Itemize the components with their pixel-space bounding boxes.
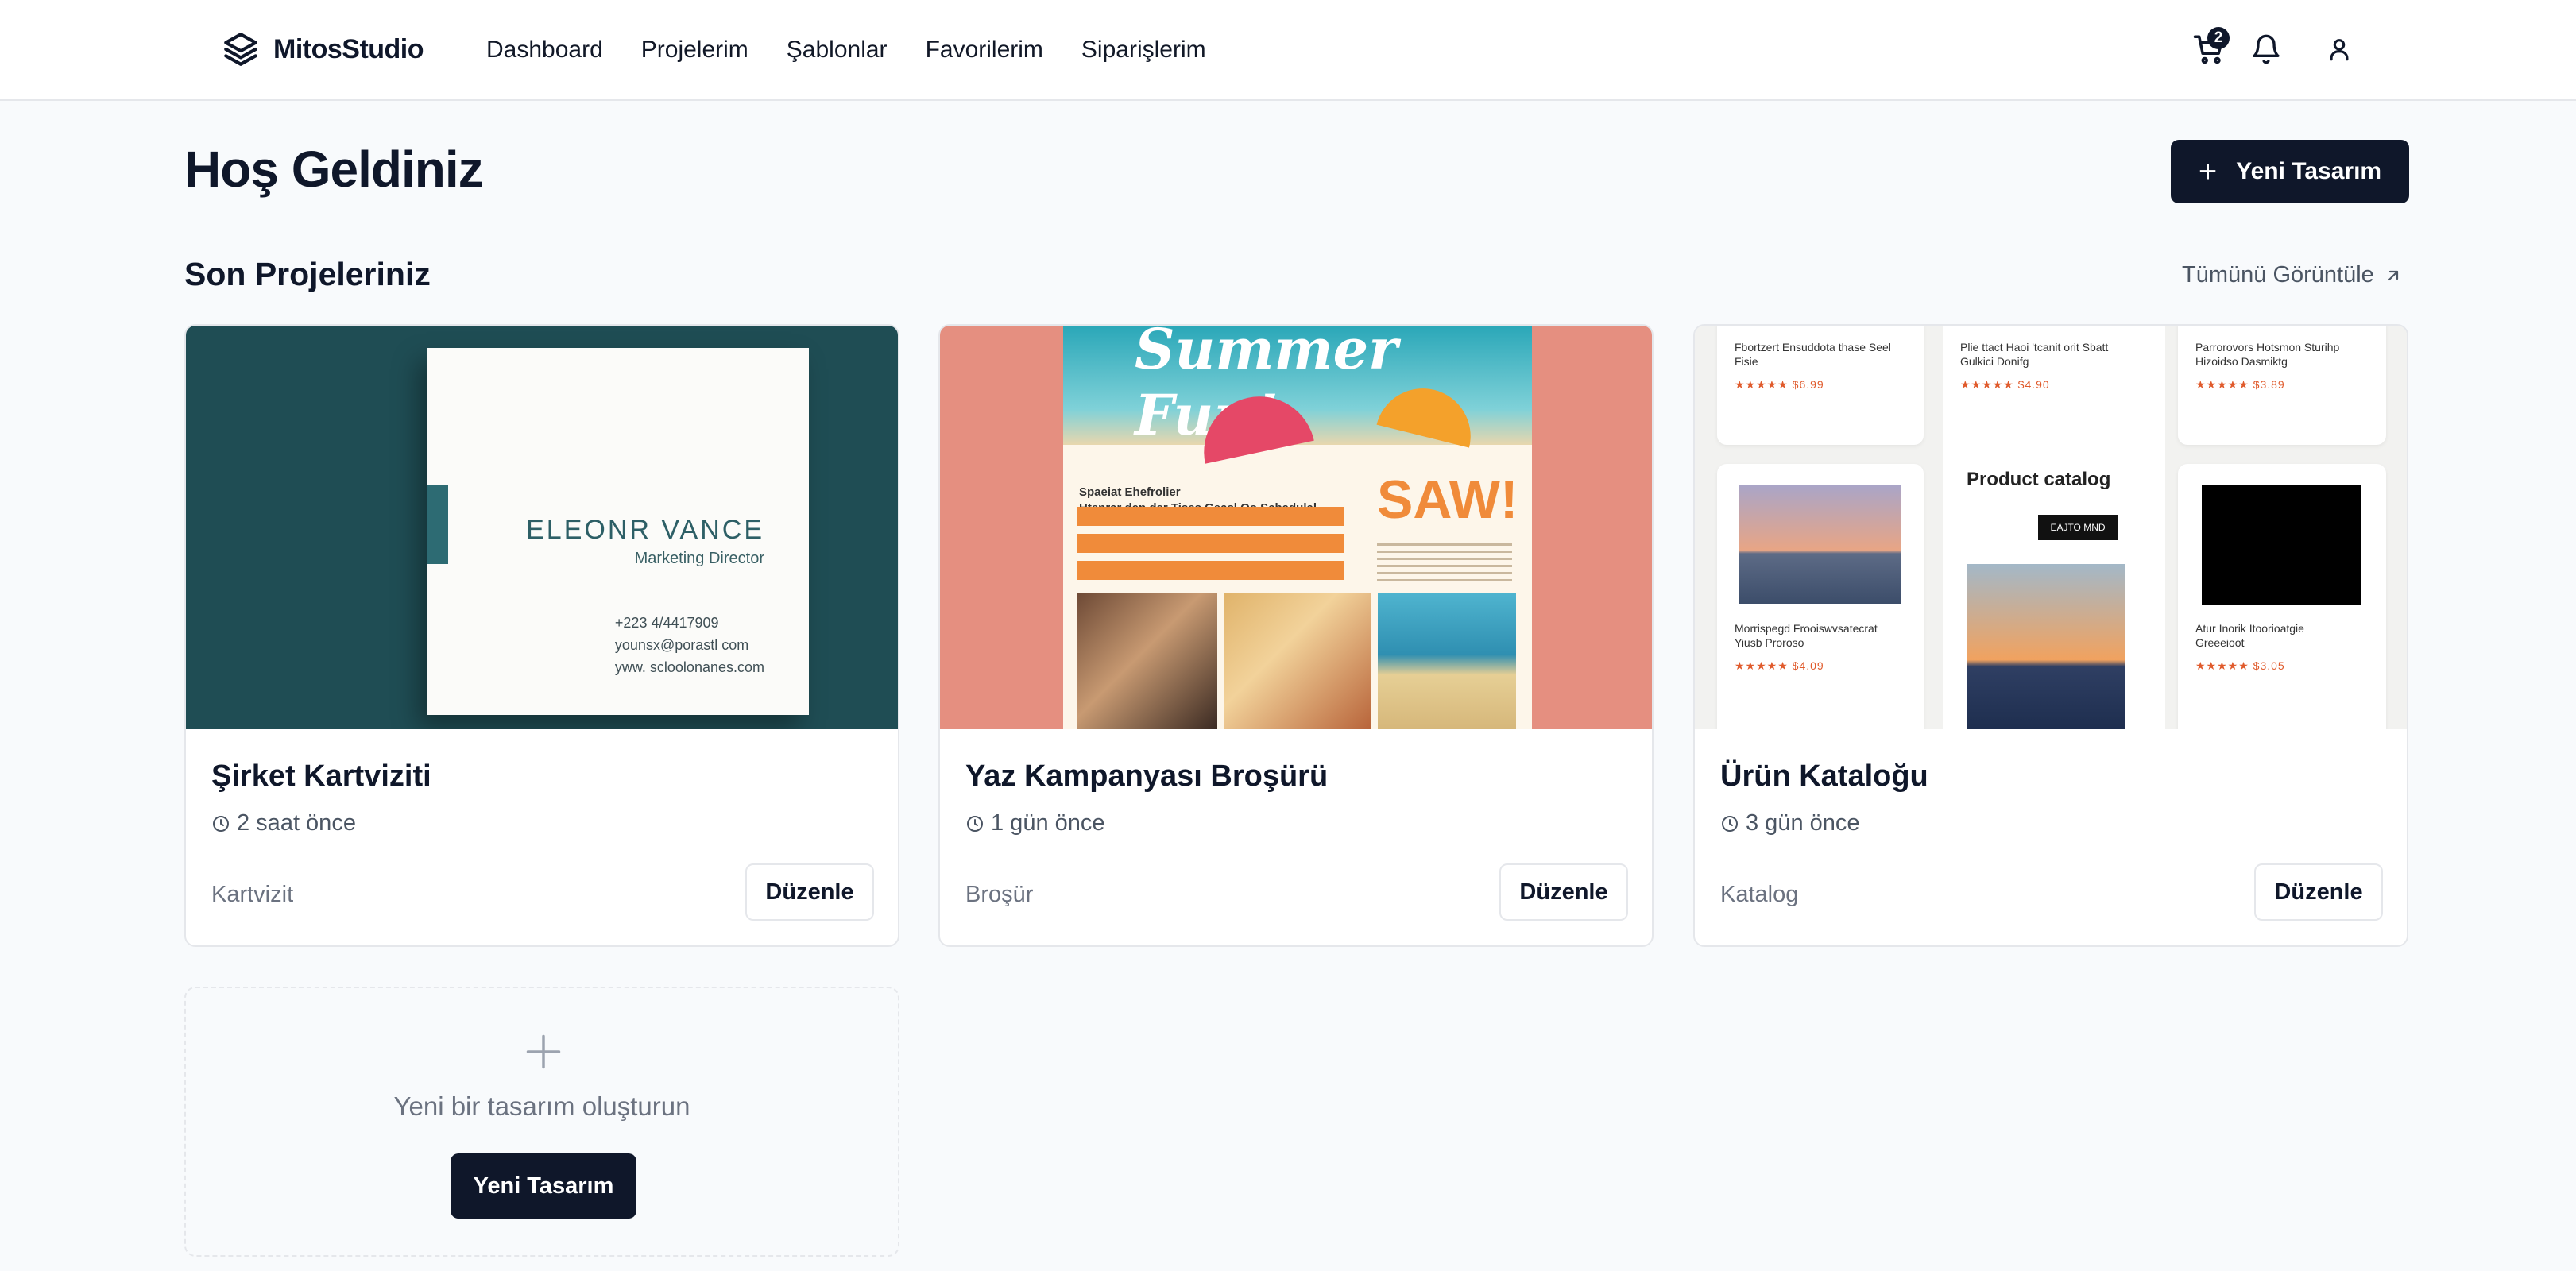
- view-all-link[interactable]: Tümünü Görüntüle: [2182, 262, 2403, 288]
- brand-name: MitosStudio: [273, 33, 424, 64]
- plus-icon: +: [2198, 154, 2218, 189]
- project-title: Şirket Kartviziti: [211, 759, 431, 793]
- create-new-design-button[interactable]: Yeni Tasarım: [451, 1153, 636, 1219]
- main-nav: Dashboard Projelerim Şablonlar Favoriler…: [486, 32, 1244, 68]
- project-card[interactable]: Fbortzert Ensuddota thase Seel Fisie ★★★★…: [1693, 324, 2408, 947]
- section-title: Son Projeleriniz: [184, 256, 431, 292]
- page-title: Hoş Geldiniz: [184, 141, 484, 198]
- project-type: Katalog: [1720, 882, 1799, 907]
- notifications-button[interactable]: [2244, 27, 2288, 71]
- project-type: Broşür: [965, 882, 1034, 907]
- project-card[interactable]: ELEONR VANCE Marketing Director +223 4/4…: [184, 324, 899, 947]
- project-time: 3 gün önce: [1720, 810, 1860, 836]
- nav-item-sablonlar[interactable]: Şablonlar: [787, 37, 888, 64]
- nav-item-favorilerim[interactable]: Favorilerim: [926, 37, 1043, 64]
- user-icon: [2330, 39, 2349, 61]
- plus-icon: [526, 1034, 561, 1069]
- project-card[interactable]: Summer Fun! Spaeiat Ehefrolier Htenrar d…: [938, 324, 1654, 947]
- project-title: Ürün Kataloğu: [1720, 759, 1928, 793]
- project-time: 2 saat önce: [211, 810, 356, 836]
- layers-icon: [224, 33, 257, 66]
- project-thumbnail: Summer Fun! Spaeiat Ehefrolier Htenrar d…: [940, 326, 1652, 729]
- view-all-label: Tümünü Görüntüle: [2182, 262, 2374, 288]
- business-card-preview: ELEONR VANCE Marketing Director +223 4/4…: [427, 348, 809, 715]
- new-design-label: Yeni Tasarım: [2236, 158, 2382, 184]
- nav-item-dashboard[interactable]: Dashboard: [486, 37, 603, 64]
- new-design-button[interactable]: + Yeni Tasarım: [2171, 140, 2409, 203]
- project-thumbnail: ELEONR VANCE Marketing Director +223 4/4…: [186, 326, 898, 729]
- clock-icon: [1722, 815, 1738, 832]
- cart-button[interactable]: 2: [2187, 27, 2231, 71]
- edit-button[interactable]: Düzenle: [1499, 863, 1628, 921]
- create-design-text: Yeni bir tasarım oluşturun: [393, 1091, 690, 1121]
- create-design-card: Yeni bir tasarım oluşturun Yeni Tasarım: [184, 987, 899, 1257]
- cart-count-badge: 2: [2207, 27, 2230, 49]
- project-title: Yaz Kampanyası Broşürü: [965, 759, 1329, 793]
- project-time: 1 gün önce: [965, 810, 1105, 836]
- bell-icon: [2253, 34, 2280, 64]
- nav-item-projelerim[interactable]: Projelerim: [641, 37, 748, 64]
- clock-icon: [967, 815, 983, 832]
- brand-logo[interactable]: MitosStudio: [221, 29, 424, 70]
- catalog-center-page: Plie ttact Haoi 'tcanit orit Sbatt Gulkic…: [1943, 326, 2165, 729]
- user-menu-button[interactable]: [2317, 27, 2361, 71]
- edit-button[interactable]: Düzenle: [745, 863, 874, 921]
- edit-button[interactable]: Düzenle: [2254, 863, 2383, 921]
- project-thumbnail: Fbortzert Ensuddota thase Seel Fisie ★★★★…: [1695, 326, 2407, 729]
- project-type: Kartvizit: [211, 882, 294, 907]
- top-navbar: MitosStudio Dashboard Projelerim Şablonl…: [0, 0, 2576, 101]
- nav-item-siparislerim[interactable]: Siparişlerim: [1081, 37, 1206, 64]
- brochure-preview: Summer Fun! Spaeiat Ehefrolier Htenrar d…: [1063, 326, 1532, 729]
- arrow-up-right-icon: [2388, 270, 2398, 280]
- clock-icon: [213, 815, 229, 832]
